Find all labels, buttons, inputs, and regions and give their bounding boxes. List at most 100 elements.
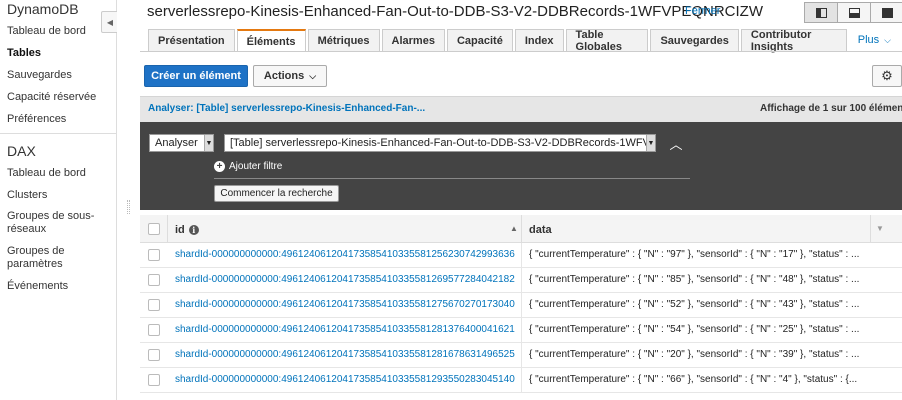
add-filter-label: Ajouter filtre <box>229 161 283 172</box>
cell-divider <box>521 318 522 343</box>
table-title: serverlessrepo-Kinesis-Enhanced-Fan-Out-… <box>147 3 763 20</box>
table-row[interactable]: shardId-000000000000:4961240612041735854… <box>140 318 902 343</box>
actions-dropdown[interactable]: Actions ⌵ <box>253 65 327 87</box>
split-left-view-button[interactable] <box>804 2 838 23</box>
split-left-icon <box>815 7 827 18</box>
tab-contributor-insights[interactable]: Contributor Insights <box>740 29 847 53</box>
split-bottom-view-button[interactable] <box>837 2 871 23</box>
close-link[interactable]: Fermer <box>685 5 720 17</box>
cell-divider <box>521 243 522 268</box>
sidebar-item-tables[interactable]: Tables <box>7 47 41 60</box>
row-data: { "currentTemperature" : { "N" : "54" },… <box>529 324 860 335</box>
row-id-link[interactable]: shardId-000000000000:4961240612041735854… <box>175 274 515 285</box>
sidebar: DynamoDB Tableau de bord Tables Sauvegar… <box>0 0 119 400</box>
start-search-button[interactable]: Commencer la recherche <box>214 185 339 202</box>
table-row[interactable]: shardId-000000000000:4961240612041735854… <box>140 243 902 268</box>
column-divider <box>521 215 522 243</box>
sidebar-item-preferences[interactable]: Préférences <box>7 113 66 126</box>
tab-metrics[interactable]: Métriques <box>307 29 380 51</box>
dropdown-arrow-icon: ▼ <box>204 135 213 151</box>
cell-divider <box>521 293 522 318</box>
full-view-button[interactable] <box>870 2 902 23</box>
table-select[interactable]: [Table] serverlessrepo-Kinesis-Enhanced-… <box>224 134 656 152</box>
row-data: { "currentTemperature" : { "N" : "66" },… <box>529 374 858 385</box>
sidebar-item-events[interactable]: Événements <box>7 280 68 293</box>
create-item-button[interactable]: Créer un élément <box>144 65 248 87</box>
settings-button[interactable]: ⚙ <box>872 65 902 87</box>
scan-mode-value: Analyser <box>155 137 198 149</box>
sidebar-item-reserved-capacity[interactable]: Capacité réservée <box>7 91 96 104</box>
tab-bar: Présentation Éléments Métriques Alarmes … <box>148 29 902 53</box>
row-id-link[interactable]: shardId-000000000000:4961240612041735854… <box>175 349 515 360</box>
tab-global-tables[interactable]: Table Globales <box>565 29 649 53</box>
sidebar-item-backups[interactable]: Sauvegardes <box>7 69 72 82</box>
dropdown-arrow-icon: ▼ <box>646 135 655 151</box>
row-checkbox[interactable] <box>148 349 160 361</box>
chevron-down-icon: ⌵ <box>884 34 891 45</box>
table-row[interactable]: shardId-000000000000:4961240612041735854… <box>140 368 902 393</box>
table-row[interactable]: shardId-000000000000:4961240612041735854… <box>140 293 902 318</box>
row-checkbox[interactable] <box>148 274 160 286</box>
gear-icon: ⚙ <box>881 68 893 83</box>
column-divider <box>870 215 871 243</box>
row-data: { "currentTemperature" : { "N" : "97" },… <box>529 249 860 260</box>
tab-indexes[interactable]: Index <box>514 29 564 51</box>
service-title[interactable]: DynamoDB <box>7 1 79 17</box>
dax-title: DAX <box>7 143 36 159</box>
row-id-link[interactable]: shardId-000000000000:4961240612041735854… <box>175 249 515 260</box>
sidebar-item-clusters[interactable]: Clusters <box>7 189 47 202</box>
row-checkbox[interactable] <box>148 374 160 386</box>
panel-splitter[interactable] <box>117 0 140 400</box>
sidebar-item-dashboard[interactable]: Tableau de bord <box>7 25 86 38</box>
row-id-link[interactable]: shardId-000000000000:4961240612041735854… <box>175 324 515 335</box>
tab-capacity[interactable]: Capacité <box>446 29 513 51</box>
row-checkbox[interactable] <box>148 249 160 261</box>
column-header-data[interactable]: data <box>529 224 552 236</box>
actions-label: Actions <box>263 70 305 82</box>
tab-overview[interactable]: Présentation <box>148 29 235 51</box>
select-all-checkbox[interactable] <box>148 223 160 235</box>
collapse-filter-chevron-up-icon[interactable]: ︿ <box>668 134 684 152</box>
add-filter-button[interactable]: + Ajouter filtre <box>214 161 282 172</box>
row-id-link[interactable]: shardId-000000000000:4961240612041735854… <box>175 299 515 310</box>
scan-summary-bar: Analyser: [Table] serverlessrepo-Kinesis… <box>140 96 902 122</box>
cell-divider <box>521 268 522 293</box>
sidebar-divider <box>0 133 117 134</box>
row-data: { "currentTemperature" : { "N" : "20" },… <box>529 349 860 360</box>
tab-backups[interactable]: Sauvegardes <box>650 29 739 51</box>
column-header-id[interactable]: id i <box>175 224 199 236</box>
table-row[interactable]: shardId-000000000000:4961240612041735854… <box>140 343 902 368</box>
view-toggle-group <box>804 2 902 23</box>
plus-circle-icon: + <box>214 161 225 172</box>
scan-summary-link[interactable]: Analyser: [Table] serverlessrepo-Kinesis… <box>148 103 425 114</box>
row-id-link[interactable]: shardId-000000000000:4961240612041735854… <box>175 374 515 385</box>
row-data: { "currentTemperature" : { "N" : "52" },… <box>529 299 860 310</box>
row-data: { "currentTemperature" : { "N" : "85" },… <box>529 274 860 285</box>
row-checkbox[interactable] <box>148 324 160 336</box>
chevron-down-icon: ⌵ <box>309 70 317 81</box>
cell-divider <box>521 368 522 393</box>
sidebar-item-dax-dashboard[interactable]: Tableau de bord <box>7 167 86 180</box>
column-id-label: id <box>175 224 185 236</box>
row-checkbox[interactable] <box>148 299 160 311</box>
sort-ascending-icon[interactable]: ▲ <box>510 224 518 233</box>
sidebar-item-subnet-groups[interactable]: Groupes de sous-réseaux <box>7 210 107 236</box>
main-panel: serverlessrepo-Kinesis-Enhanced-Fan-Out-… <box>140 0 902 400</box>
table-row[interactable]: shardId-000000000000:4961240612041735854… <box>140 268 902 293</box>
sort-icon[interactable]: ▼ <box>876 224 884 233</box>
split-bottom-icon <box>848 7 860 18</box>
tab-items[interactable]: Éléments <box>236 29 306 52</box>
column-divider <box>167 215 168 243</box>
item-count: Affichage de 1 sur 100 élémen <box>760 103 902 114</box>
tab-alarms[interactable]: Alarmes <box>381 29 445 51</box>
table-header: id i ▲ data ▼ <box>140 215 902 243</box>
splitter-grip-icon[interactable] <box>127 200 130 214</box>
tab-more[interactable]: Plus ⌵ <box>849 29 900 51</box>
filter-divider <box>214 178 690 179</box>
scan-mode-select[interactable]: Analyser ▼ <box>149 134 214 152</box>
tab-divider <box>140 51 902 52</box>
info-icon[interactable]: i <box>188 225 199 235</box>
cell-divider <box>521 343 522 368</box>
sidebar-item-parameter-groups[interactable]: Groupes de paramètres <box>7 245 107 271</box>
full-view-icon <box>881 7 893 18</box>
